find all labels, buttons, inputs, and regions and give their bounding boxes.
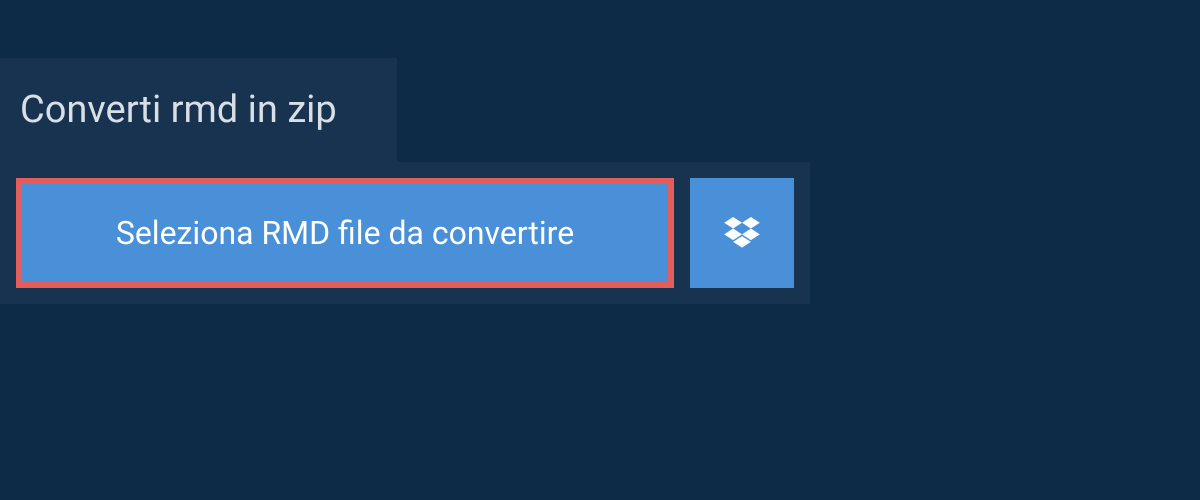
upload-panel: Seleziona RMD file da convertire <box>0 162 810 304</box>
dropbox-upload-button[interactable] <box>690 178 794 288</box>
page-header-tab: Converti rmd in zip <box>0 58 397 162</box>
page-title: Converti rmd in zip <box>20 88 337 132</box>
select-file-button[interactable]: Seleziona RMD file da convertire <box>16 178 674 288</box>
dropbox-icon <box>724 217 760 249</box>
